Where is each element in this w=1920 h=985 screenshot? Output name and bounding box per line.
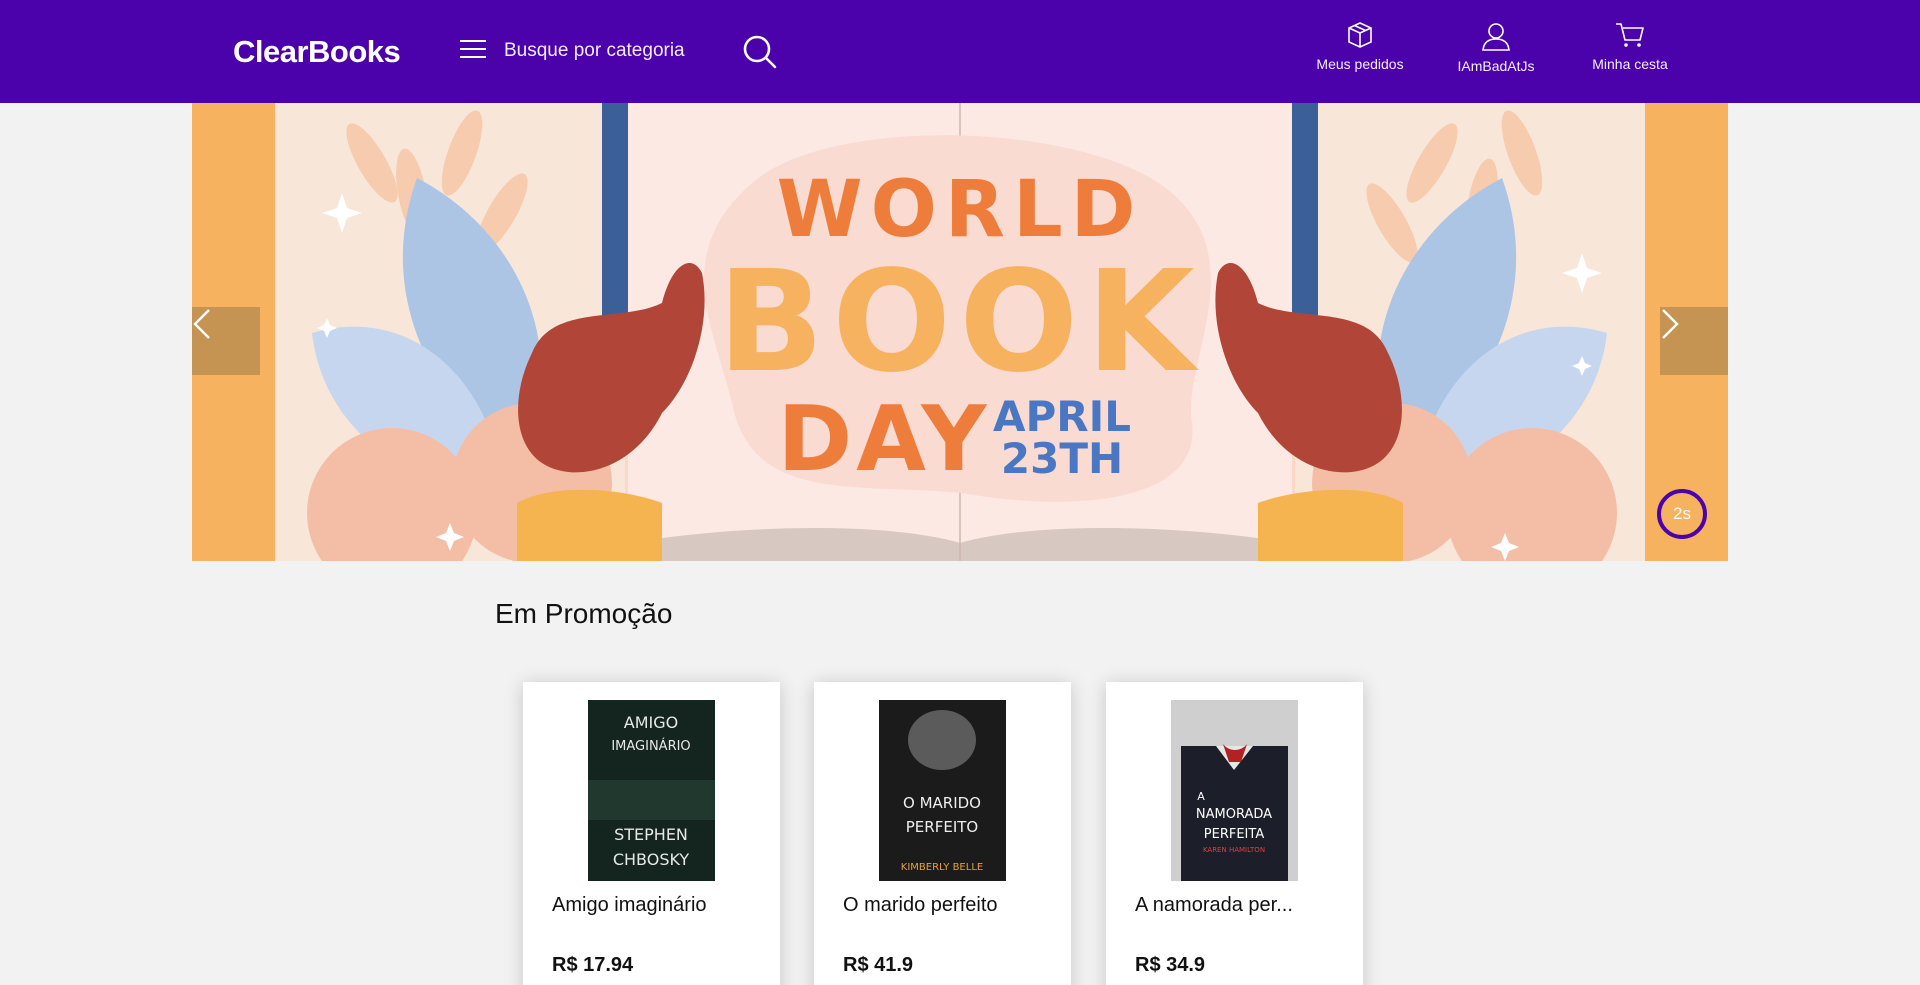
product-title: A namorada per... <box>1135 894 1293 916</box>
cart-nav[interactable]: Minha cesta <box>1580 20 1680 84</box>
cart-icon <box>1616 23 1644 47</box>
account-nav[interactable]: IAmBadAtJs <box>1446 20 1546 84</box>
box-icon <box>1348 22 1372 48</box>
cover-text: KAREN HAMILTON <box>1203 846 1265 854</box>
cover-text: STEPHEN <box>614 825 688 844</box>
book-cover-image: AMIGO IMAGINÁRIO STEPHEN CHBOSKY <box>588 700 715 881</box>
product-price: R$ 34.9 <box>1135 954 1206 976</box>
cover-text: CHBOSKY <box>613 850 690 869</box>
chevron-left-icon <box>193 309 210 339</box>
product-card[interactable]: O MARIDO PERFEITO KIMBERLY BELLE O marid… <box>814 682 1071 985</box>
product-card[interactable]: AMIGO IMAGINÁRIO STEPHEN CHBOSKY Amigo i… <box>523 682 780 985</box>
category-browse-link[interactable]: Busque por categoria <box>504 40 685 62</box>
user-label: IAmBadAtJs <box>1457 58 1535 74</box>
product-title: Amigo imaginário <box>552 894 707 916</box>
cover-text: O MARIDO <box>903 794 981 812</box>
orders-label: Meus pedidos <box>1316 56 1404 72</box>
cart-label: Minha cesta <box>1592 56 1668 72</box>
carousel-timer: 2s <box>1657 489 1707 539</box>
banner-line-book: BOOK <box>717 241 1202 404</box>
book-cover-image: A NAMORADA PERFEITA KAREN HAMILTON <box>1171 700 1298 881</box>
hero-carousel[interactable]: WORLD BOOK DAY APRIL 23TH 2s <box>192 103 1728 561</box>
banner-date-day: 23TH <box>1001 434 1123 483</box>
orders-nav[interactable]: Meus pedidos <box>1310 20 1410 84</box>
cover-text: PERFEITA <box>1204 827 1265 842</box>
cover-text: AMIGO <box>624 713 678 732</box>
top-header: ClearBooks Busque por categoria Meus ped… <box>0 0 1920 103</box>
book-cover-image: O MARIDO PERFEITO KIMBERLY BELLE <box>879 700 1006 881</box>
product-card[interactable]: A NAMORADA PERFEITA KAREN HAMILTON A nam… <box>1106 682 1363 985</box>
product-price: R$ 41.9 <box>843 954 914 976</box>
cover-text: NAMORADA <box>1196 807 1272 822</box>
chevron-right-icon <box>1662 309 1679 339</box>
user-icon <box>1482 23 1510 51</box>
product-price: R$ 17.94 <box>552 954 634 976</box>
site-logo[interactable]: ClearBooks <box>233 34 401 70</box>
cover-text: A <box>1197 790 1205 803</box>
cover-text: IMAGINÁRIO <box>611 738 690 754</box>
world-book-day-illustration: WORLD BOOK DAY APRIL 23TH <box>192 103 1728 561</box>
product-title: O marido perfeito <box>843 894 998 916</box>
promo-section-title: Em Promoção <box>495 598 673 629</box>
search-icon[interactable] <box>740 32 780 72</box>
carousel-prev-button[interactable] <box>192 307 260 375</box>
cover-text: KIMBERLY BELLE <box>901 862 983 873</box>
banner-line-day: DAY <box>778 387 991 492</box>
cover-text: PERFEITO <box>906 818 978 836</box>
hamburger-icon[interactable] <box>460 40 486 62</box>
carousel-next-button[interactable] <box>1660 307 1728 375</box>
